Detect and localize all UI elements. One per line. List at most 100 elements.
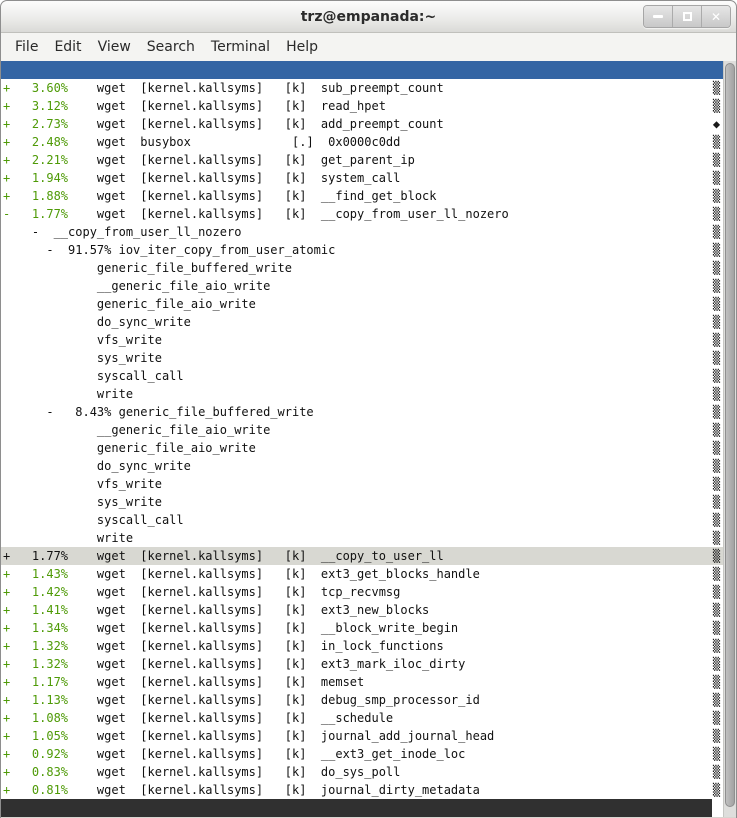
callchain-row[interactable]: sys_write▒	[1, 493, 723, 511]
callchain-row[interactable]: write▒	[1, 529, 723, 547]
perf-row[interactable]: + 1.32% wget [kernel.kallsyms] [k] in_lo…	[1, 637, 723, 655]
callchain-row[interactable]: generic_file_aio_write▒	[1, 295, 723, 313]
perf-row[interactable]: + 0.81% wget [kernel.kallsyms] [k] journ…	[1, 781, 723, 799]
perf-row[interactable]: + 2.21% wget [kernel.kallsyms] [k] get_p…	[1, 151, 723, 169]
scrollbar[interactable]	[723, 61, 736, 817]
perf-row[interactable]: + 1.05% wget [kernel.kallsyms] [k] journ…	[1, 727, 723, 745]
row-percent: + 1.41%	[3, 603, 68, 617]
scrollbar-shade-char: ▒	[710, 133, 723, 151]
perf-row[interactable]: - 1.77% wget [kernel.kallsyms] [k] __cop…	[1, 205, 723, 223]
callchain-row[interactable]: vfs_write▒	[1, 331, 723, 349]
perf-row[interactable]: + 1.08% wget [kernel.kallsyms] [k] __sch…	[1, 709, 723, 727]
callchain-row[interactable]: __generic_file_aio_write▒	[1, 421, 723, 439]
scrollbar-shade-char: ▒	[710, 151, 723, 169]
menu-item-view[interactable]: View	[98, 39, 131, 55]
callchain-row[interactable]: write▒	[1, 385, 723, 403]
scrollbar-shade-char: ▒	[710, 547, 723, 565]
row-percent: + 0.81%	[3, 783, 68, 797]
perf-row[interactable]: + 2.73% wget [kernel.kallsyms] [k] add_p…	[1, 115, 723, 133]
row-percent: - 1.77%	[3, 207, 68, 221]
callchain-row[interactable]: vfs_write▒	[1, 475, 723, 493]
scrollbar-shade-char: ▒	[710, 403, 723, 421]
scrollbar-shade-char: ▒	[710, 709, 723, 727]
close-icon: ✕	[711, 11, 721, 23]
menu-item-file[interactable]: File	[15, 39, 38, 55]
scrollbar-shade-char: ▒	[710, 169, 723, 187]
row-percent: + 1.43%	[3, 567, 68, 581]
maximize-button[interactable]	[672, 6, 701, 27]
scrollbar-shade-char: ▒	[710, 601, 723, 619]
scrollbar-shade-char: ▒	[710, 439, 723, 457]
perf-row[interactable]: + 1.94% wget [kernel.kallsyms] [k] syste…	[1, 169, 723, 187]
perf-row[interactable]: + 1.43% wget [kernel.kallsyms] [k] ext3_…	[1, 565, 723, 583]
menu-item-edit[interactable]: Edit	[54, 39, 81, 55]
scrollbar-shade-char: ▒	[710, 349, 723, 367]
events-header: Events: 4K cycles	[1, 61, 723, 79]
scrollbar-shade-char: ▒	[710, 259, 723, 277]
row-percent: + 1.17%	[3, 675, 68, 689]
callchain-row[interactable]: - 8.43% generic_file_buffered_write▒	[1, 403, 723, 421]
perf-row[interactable]: + 2.48% wget busybox [.] 0x0000c0dd▒	[1, 133, 723, 151]
perf-row[interactable]: + 0.83% wget [kernel.kallsyms] [k] do_sy…	[1, 763, 723, 781]
perf-row[interactable]: + 3.60% wget [kernel.kallsyms] [k] sub_p…	[1, 79, 723, 97]
perf-row[interactable]: + 1.42% wget [kernel.kallsyms] [k] tcp_r…	[1, 583, 723, 601]
row-percent: + 0.92%	[3, 747, 68, 761]
scrollbar-shade-char: ▒	[710, 385, 723, 403]
minimize-icon	[653, 15, 663, 18]
scrollbar-shade-char: ▒	[710, 223, 723, 241]
scrollbar-shade-char: ▒	[710, 637, 723, 655]
scrollbar-position-diamond: ◆	[710, 115, 723, 133]
perf-row-selected[interactable]: + 1.77% wget [kernel.kallsyms] [k] __cop…	[1, 547, 723, 565]
callchain-row[interactable]: __generic_file_aio_write▒	[1, 277, 723, 295]
terminal-window: trz@empanada:~ ✕ File Edit View Search T…	[0, 0, 737, 818]
scrollbar-thumb[interactable]	[725, 63, 735, 807]
scrollbar-shade-char: ▒	[710, 691, 723, 709]
row-percent: + 1.32%	[3, 657, 68, 671]
callchain-row[interactable]: generic_file_buffered_write▒	[1, 259, 723, 277]
menu-item-terminal[interactable]: Terminal	[211, 39, 270, 55]
scrollbar-shade-char: ▒	[710, 457, 723, 475]
scrollbar-shade-char: ▒	[710, 421, 723, 439]
scrollbar-shade-char: ▒	[710, 367, 723, 385]
window-title: trz@empanada:~	[301, 9, 437, 25]
perf-row[interactable]: + 3.12% wget [kernel.kallsyms] [k] read_…	[1, 97, 723, 115]
scrollbar-shade-char: ▒	[710, 475, 723, 493]
callchain-row[interactable]: do_sync_write▒	[1, 457, 723, 475]
row-percent: + 1.88%	[3, 189, 68, 203]
callchain-row[interactable]: generic_file_aio_write▒	[1, 439, 723, 457]
scrollbar-shade-char: ▒	[710, 277, 723, 295]
close-button[interactable]: ✕	[701, 6, 730, 27]
scrollbar-shade-char: ▒	[710, 79, 723, 97]
menubar: File Edit View Search Terminal Help	[1, 33, 736, 61]
scrollbar-shade-char: ▒	[710, 493, 723, 511]
scrollbar-shade-char: ▒	[710, 241, 723, 259]
terminal-rows: Events: 4K cycles + 3.60% wget [kernel.k…	[1, 61, 723, 817]
scrollbar-shade-char: ▒	[710, 565, 723, 583]
minimize-button[interactable]	[644, 6, 672, 27]
row-percent: + 2.48%	[3, 135, 68, 149]
perf-row[interactable]: + 0.92% wget [kernel.kallsyms] [k] __ext…	[1, 745, 723, 763]
perf-row[interactable]: + 1.41% wget [kernel.kallsyms] [k] ext3_…	[1, 601, 723, 619]
callchain-row[interactable]: - __copy_from_user_ll_nozero▒	[1, 223, 723, 241]
callchain-row[interactable]: - 91.57% iov_iter_copy_from_user_atomic▒	[1, 241, 723, 259]
callchain-row[interactable]: do_sync_write▒	[1, 313, 723, 331]
row-percent: + 1.13%	[3, 693, 68, 707]
scrollbar-shade-char: ▒	[710, 583, 723, 601]
perf-row[interactable]: + 1.13% wget [kernel.kallsyms] [k] debug…	[1, 691, 723, 709]
scrollbar-shade-char: ▒	[710, 295, 723, 313]
perf-row[interactable]: + 1.17% wget [kernel.kallsyms] [k] memse…	[1, 673, 723, 691]
terminal-screen[interactable]: Events: 4K cycles + 3.60% wget [kernel.k…	[1, 61, 736, 817]
callchain-row[interactable]: syscall_call▒	[1, 511, 723, 529]
row-percent: + 3.12%	[3, 99, 68, 113]
perf-row[interactable]: + 1.88% wget [kernel.kallsyms] [k] __fin…	[1, 187, 723, 205]
titlebar[interactable]: trz@empanada:~ ✕	[1, 1, 736, 33]
menu-item-search[interactable]: Search	[147, 39, 195, 55]
menu-item-help[interactable]: Help	[286, 39, 318, 55]
callchain-row[interactable]: syscall_call▒	[1, 367, 723, 385]
perf-row[interactable]: + 1.32% wget [kernel.kallsyms] [k] ext3_…	[1, 655, 723, 673]
perf-row[interactable]: + 1.34% wget [kernel.kallsyms] [k] __blo…	[1, 619, 723, 637]
row-percent: + 1.08%	[3, 711, 68, 725]
status-bar: Press '?' for help on key bindings	[1, 799, 712, 817]
scrollbar-shade-char: ▒	[710, 727, 723, 745]
callchain-row[interactable]: sys_write▒	[1, 349, 723, 367]
